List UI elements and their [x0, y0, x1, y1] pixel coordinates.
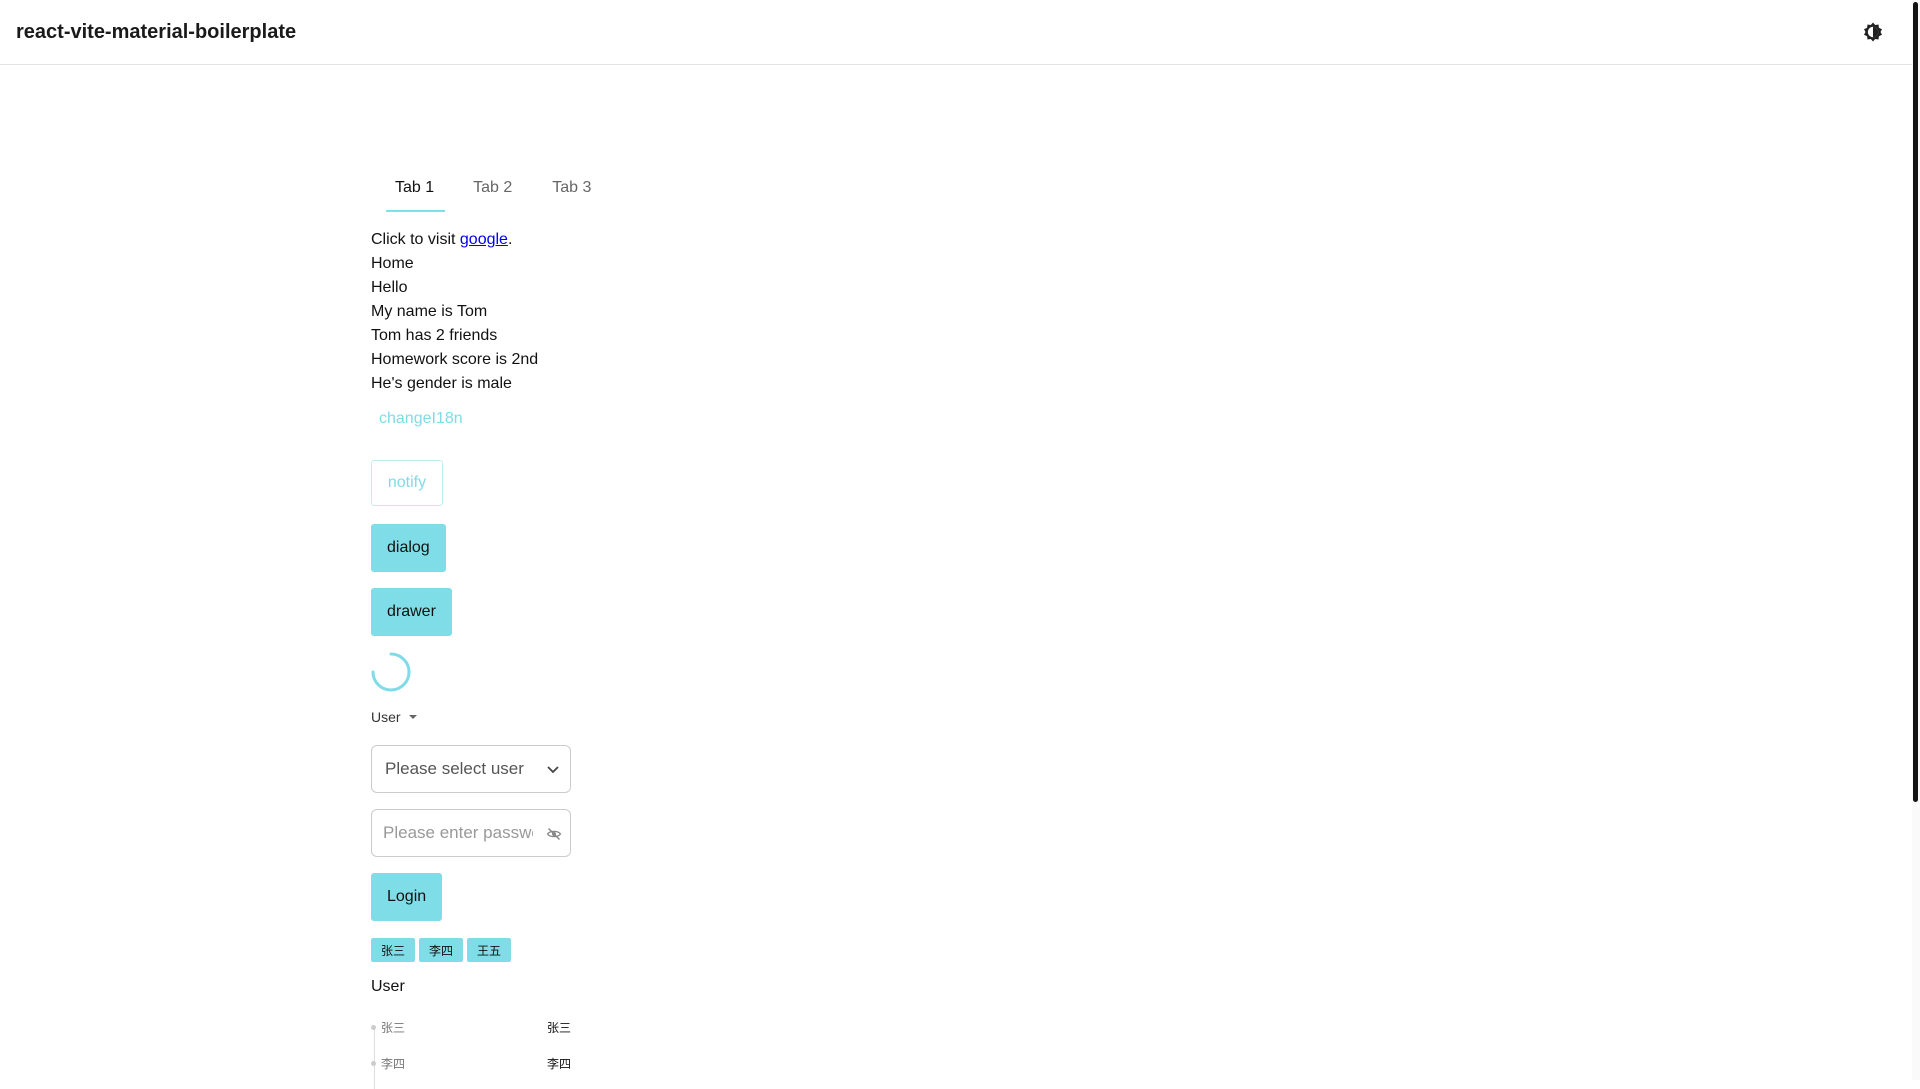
tab-1[interactable]: Tab 1: [371, 165, 446, 212]
tab-3[interactable]: Tab 3: [532, 165, 611, 211]
user-dropdown-label: User: [371, 709, 401, 725]
timeline-value: 张三: [546, 1021, 571, 1035]
timeline-label: 李四: [381, 1057, 406, 1071]
score-text: Homework score is 2nd: [371, 351, 539, 368]
timeline-row: 张三 张三: [371, 1017, 571, 1037]
contrast-icon: [1864, 22, 1882, 42]
loading-spinner-icon: [371, 652, 411, 692]
app-bar: react-vite-material-boilerplate: [0, 0, 1912, 65]
name-text: My name is Tom: [371, 303, 488, 320]
timeline-value: 李四: [546, 1057, 571, 1071]
app-title: react-vite-material-boilerplate: [16, 21, 297, 43]
dialog-button[interactable]: dialog: [371, 524, 446, 572]
friends-text: Tom has 2 friends: [371, 327, 498, 344]
password-field[interactable]: [371, 809, 571, 857]
chip-zhangsan[interactable]: 张三: [371, 938, 416, 962]
hello-text: Hello: [371, 279, 408, 296]
change-i18n-button[interactable]: changeI18n: [371, 407, 471, 431]
gender-text: He's gender is male: [371, 375, 512, 392]
notify-button[interactable]: notify: [371, 460, 443, 506]
home-text: Home: [371, 255, 414, 272]
user-select[interactable]: Please select user: [371, 745, 571, 793]
user-dropdown[interactable]: User: [371, 709, 421, 725]
caret-down-icon: [408, 715, 417, 719]
visit-line: Click to visit google.: [371, 228, 538, 252]
login-button[interactable]: Login: [371, 873, 443, 921]
timeline-row: 李四 李四: [371, 1053, 571, 1073]
google-link[interactable]: google: [460, 231, 508, 248]
drawer-button[interactable]: drawer: [371, 588, 452, 636]
visibility-off-icon[interactable]: [546, 826, 562, 842]
visit-suffix: .: [507, 231, 513, 248]
tab-2[interactable]: Tab 2: [444, 165, 532, 211]
chip-lisi[interactable]: 李四: [419, 938, 464, 962]
theme-toggle-button[interactable]: [1858, 17, 1888, 47]
tab-bar: Tab 1 Tab 2 Tab 3: [371, 165, 611, 212]
visit-prefix: Click to visit: [371, 231, 460, 248]
timeline-dot: [371, 1025, 376, 1030]
user-section-heading: User: [371, 978, 405, 995]
user-select-placeholder: Please select user: [385, 759, 524, 778]
chip-wangwu[interactable]: 王五: [467, 938, 512, 962]
timeline-label: 张三: [381, 1021, 406, 1035]
user-chips: 张三 李四 王五: [371, 938, 512, 962]
timeline-dot: [371, 1061, 376, 1066]
password-input[interactable]: [383, 823, 533, 843]
content-text: Click to visit google. Home Hello My nam…: [371, 228, 538, 396]
chevron-down-icon: [547, 766, 559, 774]
scrollbar-thumb[interactable]: [1913, 2, 1918, 802]
